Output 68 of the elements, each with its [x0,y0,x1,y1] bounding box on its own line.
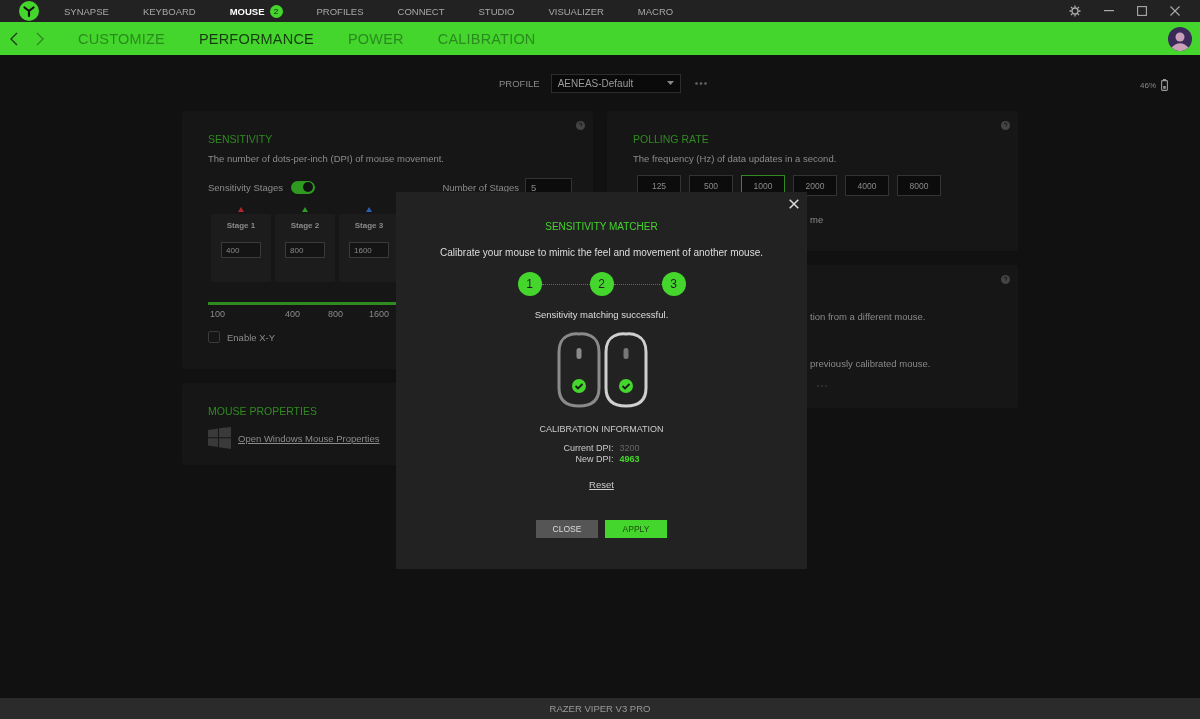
stage-panel[interactable]: Stage 3 1600 [339,214,399,282]
step-indicator: 2 [589,272,614,296]
battery-icon [1161,79,1168,91]
polling-rate-option[interactable]: 4000 [845,175,889,196]
app-tab[interactable]: SYNAPSE [64,0,109,22]
mouse-properties-link[interactable]: Open Windows Mouse Properties [238,432,380,444]
card-text: tion from a different mouse. [810,311,927,322]
section-title: CALIBRATION INFORMATION [539,424,664,434]
app-tab[interactable]: CONNECT [397,0,445,22]
polling-rate-option[interactable]: 2000 [793,175,837,196]
dialog-description: Calibrate your mouse to mimic the feel and movement of another mouse. [440,247,763,258]
minimize-icon[interactable] [1104,10,1114,12]
more-icon[interactable] [694,81,707,85]
dpi-input[interactable]: 1600 [349,242,389,258]
app-tab[interactable]: MOUSE 2 [229,0,283,22]
card-text: previously calibrated mouse. [810,358,932,369]
xy-checkbox[interactable] [208,331,220,343]
dpi-input[interactable]: 800 [285,242,325,258]
settings-icon[interactable] [1069,5,1081,17]
tick-label: 1600 [369,309,390,319]
caret-icon [666,81,674,85]
battery-reading: 46% [1140,80,1156,90]
back-icon[interactable] [10,31,18,46]
card-description: The number of dots-per-inch (DPI) of mouse movement. [208,153,445,164]
reset-link[interactable]: Reset [589,479,614,490]
stages-count-label: Number of Stages [442,181,519,193]
app-tab[interactable]: STUDIO [478,0,515,22]
dialog-title: SENSITIVITY MATCHER [545,221,658,232]
profile-label: PROFILE [499,77,540,89]
windows-icon [208,427,231,449]
maximize-icon[interactable] [1137,6,1147,16]
stage-label: Stage 2 [290,221,320,230]
checkbox-label: Enable X-Y [227,331,276,343]
card-description: The frequency (Hz) of data updates in a second. [633,153,838,164]
app-tab[interactable]: MACRO [637,0,674,22]
count-badge: 2 [269,4,283,18]
stage-panel[interactable]: Stage 2 800 [275,214,335,282]
close-button[interactable]: CLOSE [536,520,598,538]
nav-tab[interactable]: PERFORMANCE [198,30,314,47]
close-icon[interactable] [1170,6,1180,16]
stages-toggle[interactable] [291,180,315,194]
dpi-input[interactable]: 400 [221,242,261,258]
current-dpi-label: Current DPI: [563,443,614,454]
card-title: POLLING RATE [633,133,710,145]
current-dpi-value: 3200 [619,443,640,454]
apply-button[interactable]: APPLY [605,520,667,538]
step-indicator: 1 [517,272,542,296]
card-title: SENSITIVITY [208,133,274,145]
stages-label: Sensitivity Stages [208,181,283,193]
tick-label: 800 [328,309,344,319]
tick-label: 100 [210,309,226,319]
step-indicator: 3 [661,272,686,296]
app-tab[interactable]: KEYBOARD [142,0,196,22]
card-text: me [810,214,825,225]
app-tab[interactable]: VISUALIZER [548,0,604,22]
avatar-icon[interactable] [1168,26,1192,51]
device-name: RAZER VIPER V3 PRO [549,703,651,714]
app-tab[interactable]: PROFILES [316,0,364,22]
profile-dropdown[interactable]: AENEAS-Default [550,73,681,93]
stage-label: Stage 3 [354,221,384,230]
status-message: Sensitivity matching successful. [534,309,669,320]
stage-panel[interactable]: Stage 1 400 [211,214,271,282]
tick-label: 400 [285,309,301,319]
stage-label: Stage 1 [226,221,256,230]
new-dpi-label: New DPI: [574,454,614,465]
card-title: MOUSE PROPERTIES [208,405,318,417]
polling-rate-option[interactable]: 8000 [897,175,941,196]
new-dpi-value: 4963 [619,454,640,465]
